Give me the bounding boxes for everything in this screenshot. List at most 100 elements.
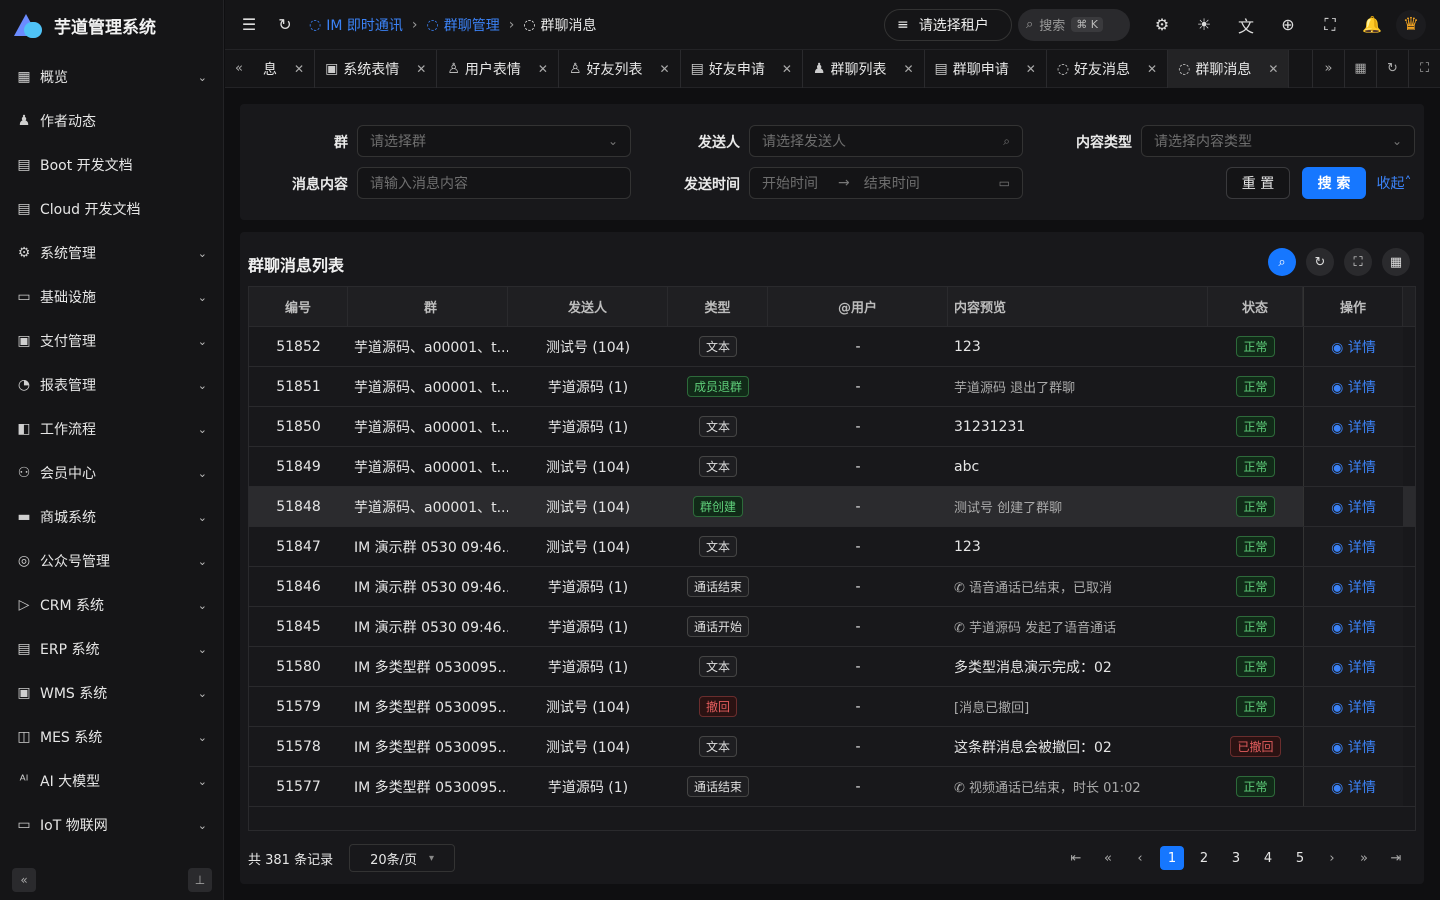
page-number[interactable]: 1 xyxy=(1160,846,1184,870)
tenant-select[interactable]: ≡ 请选择租户 xyxy=(884,8,1012,41)
app-logo[interactable]: 芋道管理系统 xyxy=(0,0,223,50)
sidebar-item[interactable]: ⚙ 系统管理 ⌄ xyxy=(0,231,223,275)
avatar[interactable]: ♛ xyxy=(1396,9,1426,40)
close-icon[interactable]: ✕ xyxy=(538,62,548,76)
detail-link[interactable]: ◉ 详情 xyxy=(1331,697,1376,717)
settings-gear-icon[interactable]: ⚙ xyxy=(1144,7,1180,43)
column-settings-icon[interactable]: ▦ xyxy=(1382,248,1410,276)
sidebar-item[interactable]: ▣ 支付管理 ⌄ xyxy=(0,319,223,363)
table-row[interactable]: 51846 IM 演示群 0530 09:46... 芋道源码 (1) 通话结束… xyxy=(249,567,1415,607)
search-button[interactable]: 搜 索 xyxy=(1302,167,1366,199)
tab[interactable]: 息 ✕ xyxy=(253,49,316,88)
detail-link[interactable]: ◉ 详情 xyxy=(1331,377,1376,397)
next-page-icon[interactable]: › xyxy=(1320,846,1344,870)
close-icon[interactable]: ✕ xyxy=(416,62,426,76)
close-icon[interactable]: ✕ xyxy=(294,62,304,76)
detail-link[interactable]: ◉ 详情 xyxy=(1331,457,1376,477)
close-icon[interactable]: ✕ xyxy=(1147,62,1157,76)
sidebar-item[interactable]: ◎ 公众号管理 ⌄ xyxy=(0,539,223,583)
column-header[interactable]: 状态 xyxy=(1208,287,1303,326)
detail-link[interactable]: ◉ 详情 xyxy=(1331,657,1376,677)
page-size-select[interactable]: 20条/页 ▾ xyxy=(349,844,456,872)
column-header[interactable]: 类型 xyxy=(668,287,768,326)
tabs-scroll-left-icon[interactable]: « xyxy=(225,50,253,88)
sidebar-item[interactable]: ▤ Boot 开发文档 xyxy=(0,143,223,187)
tabs-grid-icon[interactable]: ▦ xyxy=(1344,49,1376,88)
collapse-button[interactable]: 收起 ˄ xyxy=(1370,167,1418,199)
menu-toggle-icon[interactable]: ☰ xyxy=(231,7,267,43)
collapse-sidebar-icon[interactable]: « xyxy=(12,868,36,892)
table-row[interactable]: 51851 芋道源码、a00001、t... 芋道源码 (1) 成员退群 - 芋… xyxy=(249,367,1415,407)
detail-link[interactable]: ◉ 详情 xyxy=(1331,417,1376,437)
breadcrumb-item-group[interactable]: ◌ 群聊管理 xyxy=(427,15,500,35)
detail-link[interactable]: ◉ 详情 xyxy=(1331,617,1376,637)
table-row[interactable]: 51845 IM 演示群 0530 09:46... 芋道源码 (1) 通话开始… xyxy=(249,607,1415,647)
tabs-refresh-icon[interactable]: ↻ xyxy=(1376,49,1408,88)
close-icon[interactable]: ✕ xyxy=(782,62,792,76)
column-header[interactable]: 编号 xyxy=(249,287,348,326)
page-number[interactable]: 2 xyxy=(1192,846,1216,870)
table-row[interactable]: 51848 芋道源码、a00001、t... 测试号 (104) 群创建 - 测… xyxy=(249,487,1415,527)
sidebar-item[interactable]: ◔ 报表管理 ⌄ xyxy=(0,363,223,407)
time-range-picker[interactable]: 开始时间 → 结束时间 ▭ xyxy=(749,167,1023,199)
detail-link[interactable]: ◉ 详情 xyxy=(1331,777,1376,797)
fast-forward-icon[interactable]: » xyxy=(1352,846,1376,870)
tab[interactable]: ◌ 群聊消息 ✕ xyxy=(1168,49,1290,88)
content-input[interactable]: 请输入消息内容 xyxy=(357,167,631,199)
detail-link[interactable]: ◉ 详情 xyxy=(1331,537,1376,557)
tab[interactable]: ▤ 好友申请 ✕ xyxy=(681,49,803,88)
fullscreen-icon[interactable]: ⛶ xyxy=(1344,248,1372,276)
group-select[interactable]: 请选择群 ⌄ xyxy=(357,125,631,157)
table-row[interactable]: 51578 IM 多类型群 0530095... 测试号 (104) 文本 - … xyxy=(249,727,1415,767)
pin-icon[interactable]: ⊥ xyxy=(188,868,212,892)
theme-sun-icon[interactable]: ☀ xyxy=(1186,7,1222,43)
fast-backward-icon[interactable]: « xyxy=(1096,846,1120,870)
column-header[interactable]: 群 xyxy=(348,287,508,326)
sidebar-item[interactable]: ▤ Cloud 开发文档 xyxy=(0,187,223,231)
tabs-scroll-right-icon[interactable]: » xyxy=(1312,49,1344,88)
sidebar-item[interactable]: ◧ 工作流程 ⌄ xyxy=(0,407,223,451)
column-header[interactable]: 内容预览 xyxy=(948,287,1208,326)
toggle-search-icon[interactable]: ⌕ xyxy=(1268,248,1296,276)
sidebar-item[interactable]: ⚇ 会员中心 ⌄ xyxy=(0,451,223,495)
table-row[interactable]: 51849 芋道源码、a00001、t... 测试号 (104) 文本 - ab… xyxy=(249,447,1415,487)
translate-icon[interactable]: 文 xyxy=(1228,7,1264,43)
tab[interactable]: ▣ 系统表情 ✕ xyxy=(315,49,438,88)
close-icon[interactable]: ✕ xyxy=(903,62,913,76)
prev-page-icon[interactable]: ‹ xyxy=(1128,846,1152,870)
table-row[interactable]: 51852 芋道源码、a00001、t... 测试号 (104) 文本 - 12… xyxy=(249,327,1415,367)
column-header[interactable]: 发送人 xyxy=(508,287,668,326)
sender-select[interactable]: 请选择发送人 ⌕ xyxy=(749,125,1023,157)
last-page-icon[interactable]: ⇥ xyxy=(1384,846,1408,870)
close-icon[interactable]: ✕ xyxy=(1026,62,1036,76)
tab[interactable]: ▤ 群聊申请 ✕ xyxy=(925,49,1047,88)
sidebar-item[interactable]: ▤ ERP 系统 ⌄ xyxy=(0,627,223,671)
table-row[interactable]: 51847 IM 演示群 0530 09:46... 测试号 (104) 文本 … xyxy=(249,527,1415,567)
sidebar-item[interactable]: ▭ IoT 物联网 ⌄ xyxy=(0,803,223,847)
global-search[interactable]: ⌕ 搜索 ⌘ K xyxy=(1018,8,1130,41)
page-number[interactable]: 5 xyxy=(1288,846,1312,870)
tabs-maximize-icon[interactable]: ⛶ xyxy=(1408,49,1440,88)
sidebar-item[interactable]: ◫ MES 系统 ⌄ xyxy=(0,715,223,759)
close-icon[interactable]: ✕ xyxy=(1268,62,1278,76)
sidebar-item[interactable]: ▣ WMS 系统 ⌄ xyxy=(0,671,223,715)
column-header[interactable]: @用户 xyxy=(768,287,948,326)
refresh-icon[interactable]: ↻ xyxy=(1306,248,1334,276)
close-icon[interactable]: ✕ xyxy=(660,62,670,76)
sidebar-item[interactable]: ♟ 作者动态 xyxy=(0,99,223,143)
sidebar-item[interactable]: ▬ 商城系统 ⌄ xyxy=(0,495,223,539)
tab[interactable]: ♙ 用户表情 ✕ xyxy=(437,49,559,88)
language-icon[interactable]: ⊕ xyxy=(1270,7,1306,43)
refresh-icon[interactable]: ↻ xyxy=(267,7,303,43)
reset-button[interactable]: 重 置 xyxy=(1226,167,1290,199)
tab[interactable]: ◌ 好友消息 ✕ xyxy=(1047,49,1169,88)
sidebar-item[interactable]: ᴬᴵ AI 大模型 ⌄ xyxy=(0,759,223,803)
content-type-select[interactable]: 请选择内容类型 ⌄ xyxy=(1141,125,1415,157)
table-row[interactable]: 51850 芋道源码、a00001、t... 芋道源码 (1) 文本 - 312… xyxy=(249,407,1415,447)
table-row[interactable]: 51579 IM 多类型群 0530095... 测试号 (104) 撤回 - … xyxy=(249,687,1415,727)
table-row[interactable]: 51577 IM 多类型群 0530095... 芋道源码 (1) 通话结束 -… xyxy=(249,767,1415,807)
first-page-icon[interactable]: ⇤ xyxy=(1064,846,1088,870)
tab[interactable]: ♟ 群聊列表 ✕ xyxy=(803,49,925,88)
page-number[interactable]: 3 xyxy=(1224,846,1248,870)
sidebar-item[interactable]: ▷ CRM 系统 ⌄ xyxy=(0,583,223,627)
